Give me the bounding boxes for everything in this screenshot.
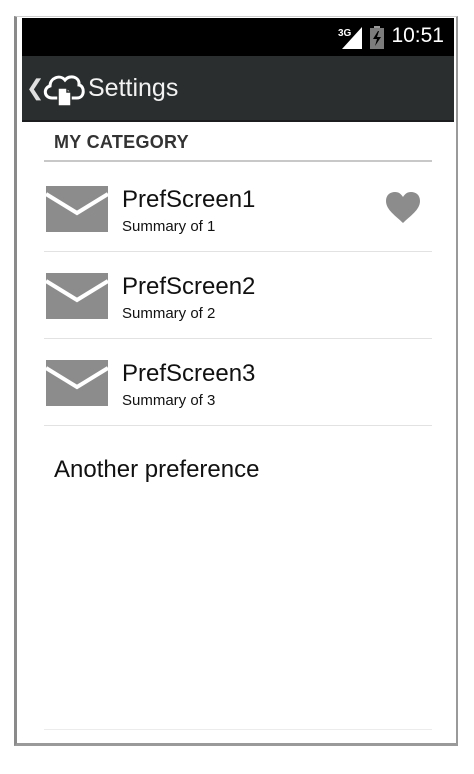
pref-item-another-preference[interactable]: Another preference [54,456,259,484]
pref-item-prefscreen2[interactable]: PrefScreen2 Summary of 2 [44,251,432,339]
battery-charging-icon [370,26,384,49]
pref-item-prefscreen3[interactable]: PrefScreen3 Summary of 3 [44,338,432,426]
status-bar: 3G 10:51 [22,18,454,56]
mail-icon [46,186,108,232]
divider [44,729,432,730]
pref-item-prefscreen1[interactable]: PrefScreen1 Summary of 1 [44,164,432,252]
signal-icon: 3G [338,27,362,49]
pref-summary: Summary of 1 [122,218,216,235]
network-type-label: 3G [338,28,352,39]
pref-summary: Summary of 2 [122,305,216,322]
clock: 10:51 [391,24,444,47]
screen: 3G 10:51 ❮ Settings MY CATEGORY PrefScre… [22,18,454,742]
mail-icon [46,360,108,406]
cloud-document-icon[interactable] [40,68,86,108]
action-bar: ❮ Settings [22,56,454,122]
category-label: MY CATEGORY [54,132,189,152]
pref-title: PrefScreen1 [122,186,256,213]
preference-category-header: MY CATEGORY [44,122,432,162]
heart-icon[interactable] [386,192,420,224]
pref-title: PrefScreen3 [122,360,256,387]
pref-title: PrefScreen2 [122,273,256,300]
mail-icon [46,273,108,319]
pref-summary: Summary of 3 [122,392,216,409]
action-bar-title: Settings [88,74,179,102]
